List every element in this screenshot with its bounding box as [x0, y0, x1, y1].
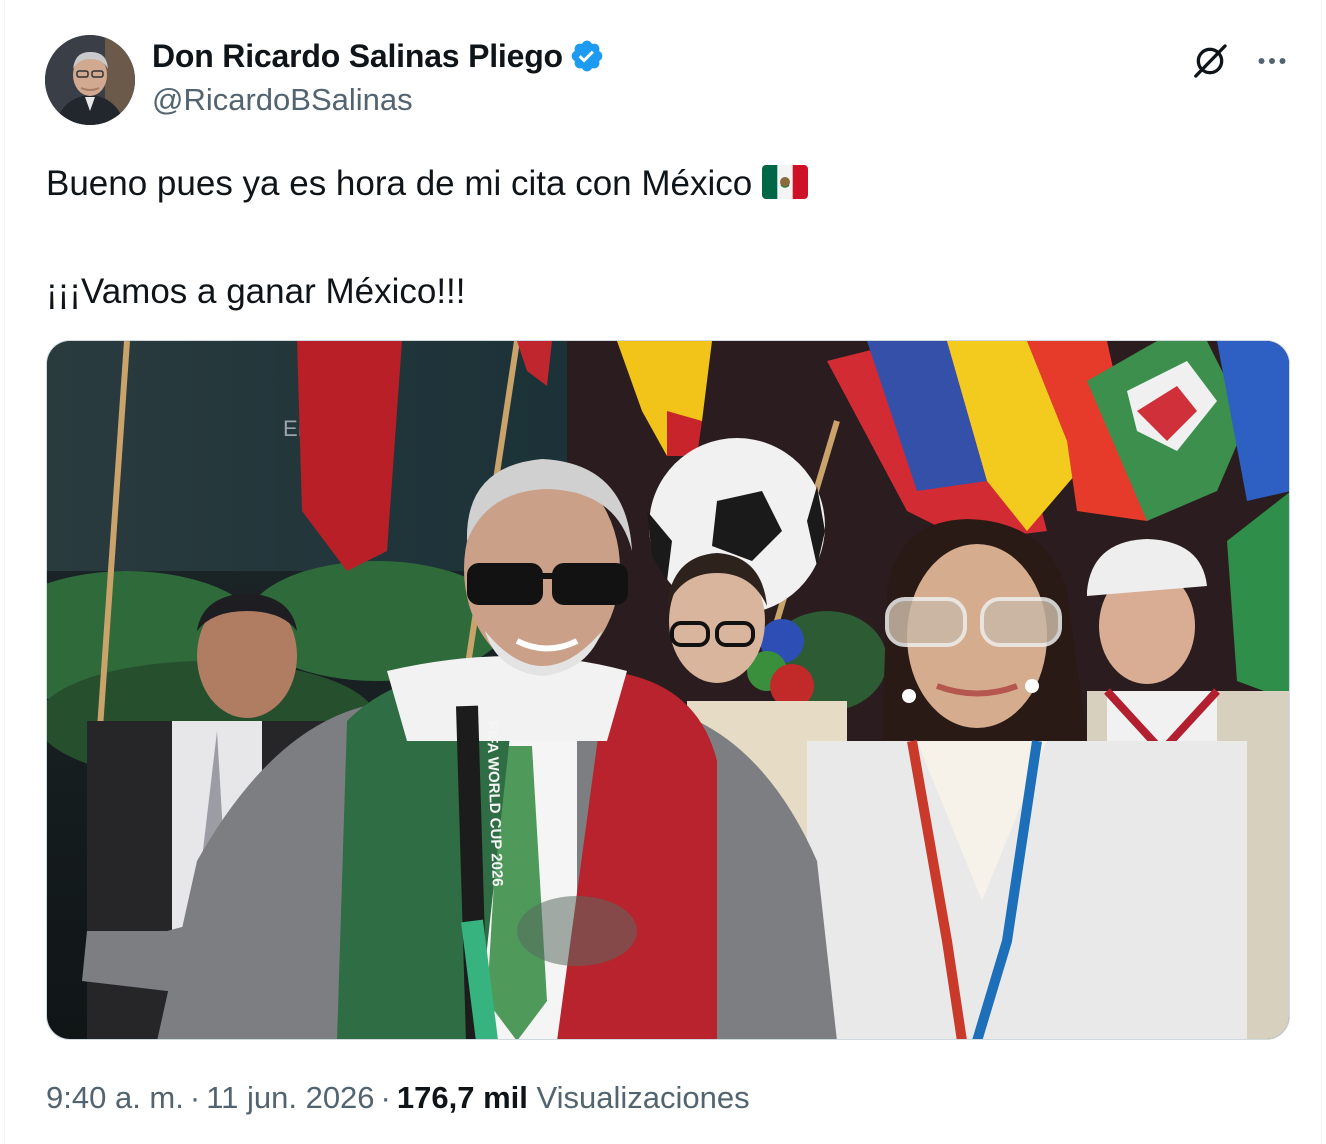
- tweet-meta: 9:40 a. m. · 11 jun. 2026 · 176,7 mil Visual…: [46, 1074, 750, 1122]
- views-count: 176,7 mil: [396, 1080, 528, 1115]
- more-icon[interactable]: [1249, 38, 1295, 84]
- author-display-name[interactable]: Don Ricardo Salinas Pliego: [152, 36, 563, 76]
- tweet-media-photo[interactable]: EM SAL: [46, 340, 1290, 1040]
- author-avatar[interactable]: [45, 35, 135, 125]
- tweet-line-2: ¡¡¡Vamos a ganar México!!!: [46, 272, 466, 311]
- tweet-timestamp-link[interactable]: 9:40 a. m. · 11 jun. 2026: [46, 1080, 375, 1115]
- meta-separator: ·: [380, 1080, 391, 1115]
- author-name-row: Don Ricardo Salinas Pliego: [152, 36, 605, 76]
- tweet-line-1-text: Bueno pues ya es hora de mi cita con Méx…: [46, 164, 753, 203]
- tweet-card: Don Ricardo Salinas Pliego @RicardoBSali…: [4, 0, 1322, 1144]
- views-label: Visualizaciones: [536, 1080, 750, 1115]
- avatar-photo: [45, 35, 135, 125]
- photo-scene: EM SAL: [47, 341, 1289, 1039]
- tweet-date: 11 jun. 2026: [206, 1080, 375, 1115]
- grok-icon[interactable]: [1187, 38, 1233, 84]
- tweet-time: 9:40 a. m.: [46, 1080, 184, 1115]
- author-handle[interactable]: @RicardoBSalinas: [152, 80, 413, 120]
- tweet-text: Bueno pues ya es hora de mi cita con Méx…: [46, 158, 1286, 318]
- tweet-line-1: Bueno pues ya es hora de mi cita con Méx…: [46, 158, 1286, 214]
- meta-separator: ·: [189, 1080, 201, 1115]
- mexico-flag-icon: [762, 162, 809, 214]
- verified-badge-icon[interactable]: [569, 38, 605, 74]
